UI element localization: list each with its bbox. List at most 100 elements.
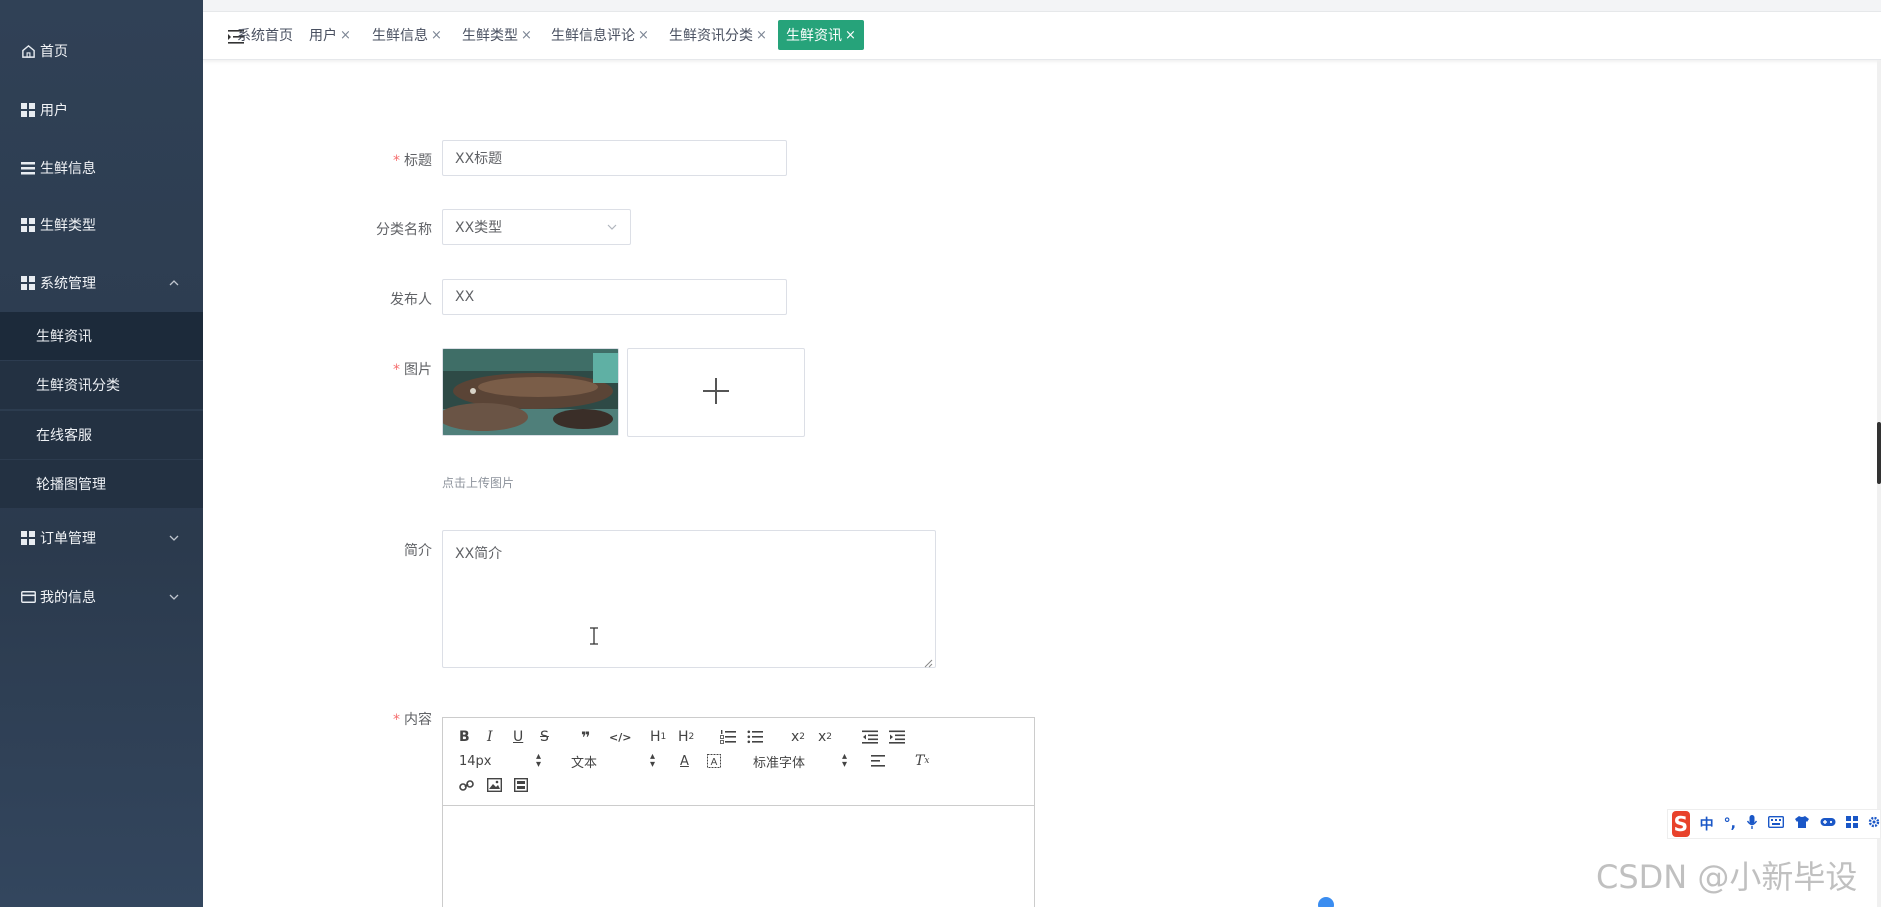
- tab-fresh-news[interactable]: 生鲜资讯 ×: [778, 20, 864, 50]
- rich-text-editor: B I U S ❞ </> H1 H2 x2 x2 14px ▴ ▾ 文本 ▴ ▾ …: [442, 717, 1035, 907]
- tab-label: 生鲜类型: [462, 28, 518, 44]
- sidebar-item-label: 生鲜类型: [40, 218, 96, 234]
- outdent-icon[interactable]: [862, 728, 878, 746]
- font-size-select[interactable]: 14px ▴ ▾: [459, 752, 541, 770]
- scrollbar-thumb[interactable]: [1877, 422, 1881, 484]
- editor-content-area[interactable]: [443, 806, 1034, 907]
- clear-format-icon[interactable]: Tx: [915, 752, 929, 770]
- sidebar-item-label: 订单管理: [40, 531, 96, 547]
- summary-value: XX简介: [455, 546, 503, 562]
- watermark: CSDN @小新毕设: [1596, 858, 1858, 896]
- close-icon[interactable]: ×: [756, 28, 767, 43]
- publisher-label: 发布人: [312, 289, 432, 309]
- background-color-icon[interactable]: A: [707, 752, 721, 770]
- svg-text:A: A: [711, 757, 718, 768]
- tab-users[interactable]: 用户 ×: [305, 20, 355, 50]
- tab-label: 生鲜资讯: [786, 28, 842, 44]
- sidebar-item-users[interactable]: 用户: [0, 90, 203, 130]
- sidebar-item-label: 首页: [40, 44, 68, 60]
- font-family-select[interactable]: 标准字体 ▴ ▾: [753, 752, 847, 771]
- tab-label: 用户: [309, 28, 337, 44]
- close-icon[interactable]: ×: [521, 28, 532, 43]
- chevron-down-icon: [606, 221, 618, 233]
- heading-2-icon[interactable]: H2: [678, 728, 694, 746]
- tab-fresh-types[interactable]: 生鲜类型 ×: [458, 20, 536, 50]
- gamepad-icon[interactable]: [1820, 816, 1836, 832]
- submenu-item-carousel[interactable]: 轮播图管理: [0, 460, 203, 508]
- title-input[interactable]: XX标题: [442, 140, 787, 176]
- sidebar-item-system[interactable]: 系统管理: [0, 263, 203, 303]
- content-label: * 内容: [312, 709, 432, 729]
- skin-icon[interactable]: [1794, 815, 1810, 833]
- ordered-list-icon[interactable]: [720, 728, 736, 746]
- superscript-icon[interactable]: x2: [818, 728, 832, 746]
- sidebar-item-my-info[interactable]: 我的信息: [0, 577, 203, 617]
- label-text: 简介: [404, 543, 432, 559]
- close-icon[interactable]: ×: [845, 28, 856, 43]
- summary-label: 简介: [312, 540, 432, 560]
- tab-fresh-info[interactable]: 生鲜信息 ×: [368, 20, 446, 50]
- list-icon: [20, 160, 36, 176]
- keyboard-icon[interactable]: [1767, 815, 1785, 832]
- sidebar-item-fresh-types[interactable]: 生鲜类型: [0, 205, 203, 245]
- paragraph-select[interactable]: 文本 ▴ ▾: [571, 752, 655, 771]
- text-cursor-icon: [589, 627, 599, 650]
- video-icon[interactable]: [514, 776, 528, 794]
- sidebar-item-home[interactable]: 首页: [0, 31, 203, 71]
- close-icon[interactable]: ×: [431, 28, 442, 43]
- sogou-logo-icon[interactable]: S: [1672, 811, 1690, 837]
- submenu-item-label: 生鲜资讯分类: [36, 378, 120, 394]
- sidebar-item-fresh-info[interactable]: 生鲜信息: [0, 148, 203, 188]
- publisher-value: XX: [455, 289, 475, 305]
- label-text: 发布人: [390, 292, 432, 308]
- resize-handle-icon[interactable]: [924, 656, 933, 668]
- sidebar-item-orders[interactable]: 订单管理: [0, 518, 203, 558]
- card-icon: [20, 589, 36, 605]
- ime-language-toggle[interactable]: 中: [1700, 814, 1714, 834]
- uploaded-image-thumbnail[interactable]: [442, 348, 619, 436]
- tab-fresh-comments[interactable]: 生鲜信息评论 ×: [547, 20, 653, 50]
- font-color-icon[interactable]: A: [680, 752, 689, 770]
- sidebar-item-label: 用户: [40, 103, 68, 119]
- upload-button[interactable]: [627, 348, 805, 437]
- align-icon[interactable]: [871, 752, 885, 770]
- toolbox-grid-icon[interactable]: [1846, 816, 1858, 832]
- grid-icon: [20, 217, 36, 233]
- close-icon[interactable]: ×: [340, 28, 351, 43]
- label-text: 内容: [404, 712, 432, 728]
- tab-label: 生鲜信息评论: [551, 28, 635, 44]
- close-icon[interactable]: ×: [638, 28, 649, 43]
- heading-1-icon[interactable]: H1: [650, 728, 666, 746]
- label-text: 分类名称: [376, 222, 432, 238]
- code-block-icon[interactable]: </>: [609, 728, 631, 746]
- publisher-input[interactable]: XX: [442, 279, 787, 315]
- strikethrough-icon[interactable]: S: [540, 728, 549, 746]
- grid-icon: [20, 530, 36, 546]
- punctuation-icon[interactable]: °,: [1724, 816, 1736, 832]
- tab-label: 生鲜资讯分类: [669, 28, 753, 44]
- top-strip: [203, 0, 1881, 12]
- settings-gear-icon[interactable]: [1868, 816, 1880, 832]
- subscript-icon[interactable]: x2: [791, 728, 805, 746]
- tab-label: 系统首页: [237, 28, 293, 44]
- blockquote-icon[interactable]: ❞: [581, 728, 590, 747]
- tab-home[interactable]: 系统首页: [233, 20, 297, 50]
- bold-icon[interactable]: B: [459, 728, 470, 746]
- chevron-up-icon: [167, 276, 181, 290]
- summary-textarea[interactable]: XX简介: [442, 530, 936, 668]
- underline-icon[interactable]: U: [513, 728, 523, 746]
- image-icon[interactable]: [487, 776, 502, 794]
- tab-label: 生鲜信息: [372, 28, 428, 44]
- category-select[interactable]: XX类型: [442, 209, 631, 245]
- link-icon[interactable]: [459, 776, 474, 794]
- submenu-item-fresh-news[interactable]: 生鲜资讯: [0, 312, 203, 360]
- italic-icon[interactable]: I: [487, 728, 493, 746]
- microphone-icon[interactable]: [1746, 814, 1758, 834]
- tab-fresh-news-category[interactable]: 生鲜资讯分类 ×: [665, 20, 771, 50]
- bullet-list-icon[interactable]: [747, 728, 763, 746]
- submenu-item-online-service[interactable]: 在线客服: [0, 411, 203, 459]
- submenu-item-fresh-news-category[interactable]: 生鲜资讯分类: [0, 361, 203, 409]
- category-label: 分类名称: [312, 219, 432, 239]
- indent-icon[interactable]: [889, 728, 905, 746]
- submenu-item-label: 生鲜资讯: [36, 329, 92, 345]
